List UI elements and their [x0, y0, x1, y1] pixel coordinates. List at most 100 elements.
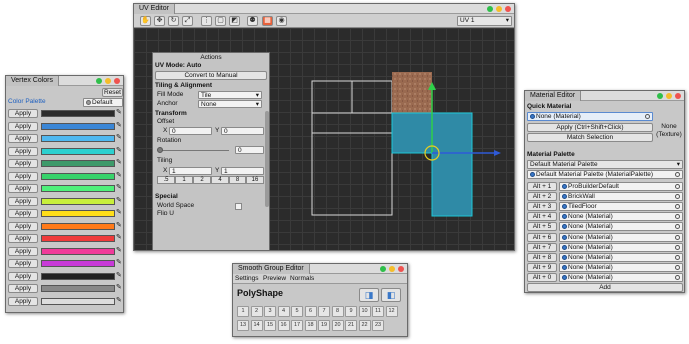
material-hotkey-button[interactable]: Alt + 5 — [527, 222, 557, 232]
screenshot-icon[interactable]: ◉ — [276, 16, 287, 26]
actions-scrollbar[interactable] — [265, 111, 269, 207]
apply-color-button[interactable]: Apply — [8, 159, 38, 168]
material-slot-field[interactable]: None (Material) — [559, 252, 683, 262]
material-hotkey-button[interactable]: Alt + 4 — [527, 212, 557, 222]
color-swatch[interactable] — [41, 247, 115, 255]
texture-preview-icon[interactable]: ▦ — [262, 16, 273, 26]
eyedropper-icon[interactable]: ✎ — [116, 122, 122, 130]
apply-color-button[interactable]: Apply — [8, 259, 38, 268]
rotation-slider-thumb[interactable] — [157, 147, 163, 153]
color-swatch[interactable] — [41, 260, 115, 267]
add-slot-button[interactable]: Add — [527, 283, 683, 292]
apply-color-button[interactable]: Apply — [8, 221, 38, 231]
material-slot-field[interactable]: ProBuilderDefault — [559, 182, 683, 191]
eyedropper-icon[interactable]: ✎ — [116, 222, 122, 230]
hierarchy-icon[interactable]: ⚉ — [247, 16, 258, 26]
smooth-group-button[interactable]: 10 — [358, 306, 371, 317]
face-select-icon[interactable]: ◩ — [229, 16, 240, 26]
move-tool-icon[interactable]: ✥ — [154, 16, 165, 26]
eyedropper-icon[interactable]: ✎ — [116, 134, 122, 142]
scale-tool-icon[interactable]: ⤢ — [182, 16, 193, 26]
object-picker-icon[interactable] — [675, 214, 680, 220]
smooth-group-button[interactable]: 15 — [264, 320, 276, 331]
x-axis-arrow-icon[interactable] — [494, 150, 501, 156]
smooth-group-button[interactable]: 20 — [331, 320, 344, 331]
smooth-group-button[interactable]: 9 — [345, 306, 357, 317]
apply-color-button[interactable]: Apply — [8, 234, 38, 243]
smooth-group-button[interactable]: 17 — [291, 320, 303, 331]
object-picker-icon[interactable] — [675, 204, 680, 210]
uv-editor-titlebar[interactable] — [134, 4, 514, 14]
color-swatch[interactable] — [41, 297, 115, 305]
color-swatch[interactable] — [41, 285, 115, 292]
object-picker-icon[interactable] — [675, 194, 680, 200]
smooth-group-button[interactable]: 22 — [358, 320, 371, 331]
eyedropper-icon[interactable]: ✎ — [116, 234, 122, 242]
smooth-group-button[interactable]: 12 — [385, 306, 398, 317]
minimize-button[interactable] — [389, 266, 395, 272]
color-swatch[interactable] — [41, 210, 115, 217]
apply-material-button[interactable]: Apply (Ctrl+Shift+Click) — [527, 123, 653, 132]
object-picker-icon[interactable] — [675, 234, 680, 240]
object-picker-icon[interactable] — [675, 254, 680, 260]
apply-color-button[interactable]: Apply — [8, 209, 38, 218]
quick-material-field[interactable]: None (Material) — [527, 112, 653, 121]
offset-y-field[interactable]: 0 — [221, 127, 264, 135]
material-slot-field[interactable]: None (Material) — [559, 232, 683, 242]
material-editor-tab[interactable]: Material Editor — [525, 91, 582, 101]
smooth-group-button[interactable]: 3 — [264, 306, 276, 317]
object-picker-icon[interactable] — [675, 224, 680, 230]
material-slot-field[interactable]: None (Material) — [559, 272, 683, 282]
tab-normals[interactable]: Normals — [290, 275, 314, 283]
smooth-shading-icon[interactable]: ◧ — [381, 288, 401, 302]
eyedropper-icon[interactable]: ✎ — [116, 209, 122, 217]
hand-tool-icon[interactable]: ✋ — [140, 16, 151, 26]
smooth-group-button[interactable]: 18 — [304, 320, 317, 331]
offset-x-field[interactable]: 0 — [169, 127, 212, 135]
smooth-group-button[interactable]: 6 — [304, 306, 317, 317]
apply-color-button[interactable]: Apply — [8, 271, 38, 281]
material-slot-field[interactable]: None (Material) — [559, 262, 683, 272]
material-slot-field[interactable]: None (Material) — [559, 242, 683, 252]
match-selection-button[interactable]: Match Selection — [527, 133, 653, 142]
color-swatch[interactable] — [41, 272, 115, 280]
tab-preview[interactable]: Preview — [263, 275, 286, 283]
color-swatch[interactable] — [41, 147, 115, 155]
apply-color-button[interactable]: Apply — [8, 246, 38, 256]
material-hotkey-button[interactable]: Alt + 3 — [527, 202, 557, 212]
minimize-button[interactable] — [666, 93, 672, 99]
material-slot-field[interactable]: TiledFloor — [559, 202, 683, 212]
palette-select[interactable]: Default — [83, 98, 123, 107]
material-slot-field[interactable]: None (Material) — [559, 222, 683, 232]
apply-color-button[interactable]: Apply — [8, 109, 38, 118]
smooth-group-button[interactable]: 8 — [331, 306, 344, 317]
material-slot-field[interactable]: None (Material) — [559, 212, 683, 222]
uv-editor-tab[interactable]: UV Editor — [134, 4, 175, 14]
material-slot-field[interactable]: BrickWall — [559, 192, 683, 202]
color-swatch[interactable] — [41, 172, 115, 180]
object-picker-icon[interactable] — [645, 114, 650, 119]
edge-select-icon[interactable]: ▢ — [215, 16, 226, 26]
apply-color-button[interactable]: Apply — [8, 171, 38, 181]
palette-asset-field[interactable]: Default Material Palette (MaterialPalett… — [527, 170, 683, 179]
smooth-group-button[interactable]: 21 — [345, 320, 357, 331]
material-hotkey-button[interactable]: Alt + 1 — [527, 182, 557, 191]
tiling-y-field[interactable]: 1 — [221, 167, 264, 175]
eyedropper-icon[interactable]: ✎ — [116, 159, 122, 167]
color-swatch[interactable] — [41, 235, 115, 242]
close-button[interactable] — [505, 6, 511, 12]
smooth-group-tab[interactable]: Smooth Group Editor — [233, 264, 310, 274]
uv-canvas[interactable]: Actions UV Mode: Auto Convert to Manual … — [134, 28, 514, 250]
color-swatch[interactable] — [41, 185, 115, 192]
selected-face-lower[interactable] — [431, 152, 473, 217]
tab-settings[interactable]: Settings — [235, 275, 259, 283]
object-picker-icon[interactable] — [675, 264, 680, 270]
smooth-group-button[interactable]: 5 — [291, 306, 303, 317]
close-button[interactable] — [398, 266, 404, 272]
object-picker-icon[interactable] — [675, 172, 680, 177]
material-palette-select[interactable]: Default Material Palette ▾ — [527, 160, 683, 169]
apply-color-button[interactable]: Apply — [8, 296, 38, 306]
tiling-preset-button[interactable]: 16 — [246, 176, 264, 184]
object-picker-icon[interactable] — [675, 184, 680, 189]
smooth-group-button[interactable]: 19 — [318, 320, 330, 331]
